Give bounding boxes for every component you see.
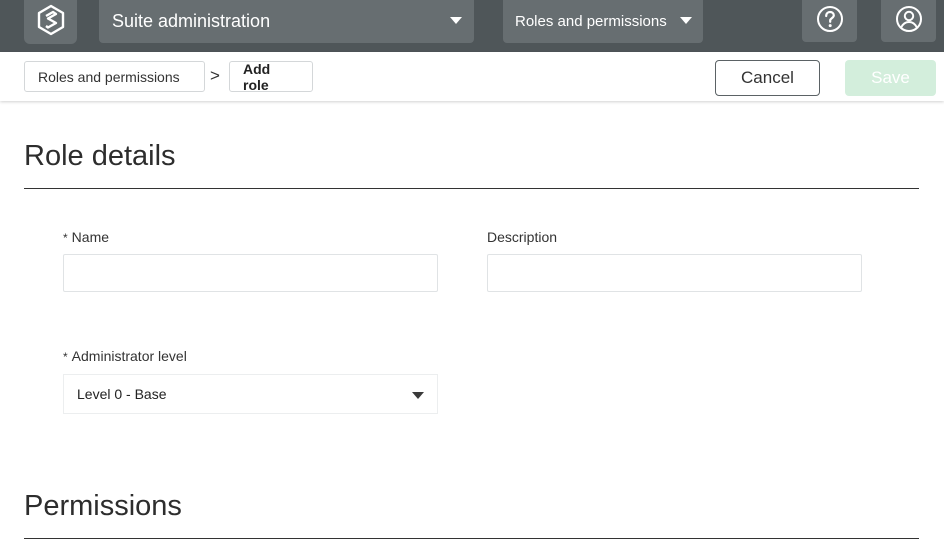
suite-logo[interactable]: [24, 0, 77, 44]
caret-down-icon: [680, 17, 692, 24]
required-marker: *: [63, 231, 68, 245]
app-selector-label: Suite administration: [112, 11, 271, 31]
help-circle-icon: [816, 5, 844, 38]
save-button[interactable]: Save: [845, 60, 936, 96]
section-selector-dropdown[interactable]: Roles and permissions: [503, 0, 703, 43]
top-bar: Suite administration Roles and permissio…: [0, 0, 944, 52]
caret-down-icon: [450, 17, 462, 24]
admin-level-selected-value: Level 0 - Base: [77, 386, 167, 402]
description-input[interactable]: [487, 254, 862, 292]
admin-level-field-label: * Administrator level: [63, 348, 187, 364]
app-selector-dropdown[interactable]: Suite administration: [99, 0, 474, 43]
section-divider: [24, 188, 919, 189]
admin-level-label-text: Administrator level: [71, 348, 187, 364]
user-account-button[interactable]: [881, 0, 936, 42]
permissions-heading: Permissions: [24, 490, 182, 522]
role-details-heading: Role details: [24, 140, 176, 172]
required-marker: *: [63, 350, 68, 364]
section-divider: [24, 538, 919, 539]
breadcrumb-bar: Roles and permissions > Add role Cancel …: [0, 52, 944, 101]
breadcrumb-roles-and-permissions[interactable]: Roles and permissions: [24, 61, 205, 92]
caret-down-icon: [412, 392, 424, 399]
name-field-label: * Name: [63, 229, 109, 245]
breadcrumb-add-role: Add role: [229, 61, 313, 93]
user-account-icon: [895, 5, 923, 38]
cancel-button[interactable]: Cancel: [715, 60, 820, 96]
name-input[interactable]: [63, 254, 438, 292]
admin-level-select[interactable]: Level 0 - Base: [63, 374, 438, 414]
name-label-text: Name: [71, 229, 110, 245]
help-button[interactable]: [802, 0, 857, 42]
section-selector-label: Roles and permissions: [515, 13, 667, 30]
suite-logo-icon: [36, 4, 66, 41]
description-field-label: Description: [487, 229, 558, 245]
breadcrumb-separator-icon: >: [210, 66, 220, 85]
